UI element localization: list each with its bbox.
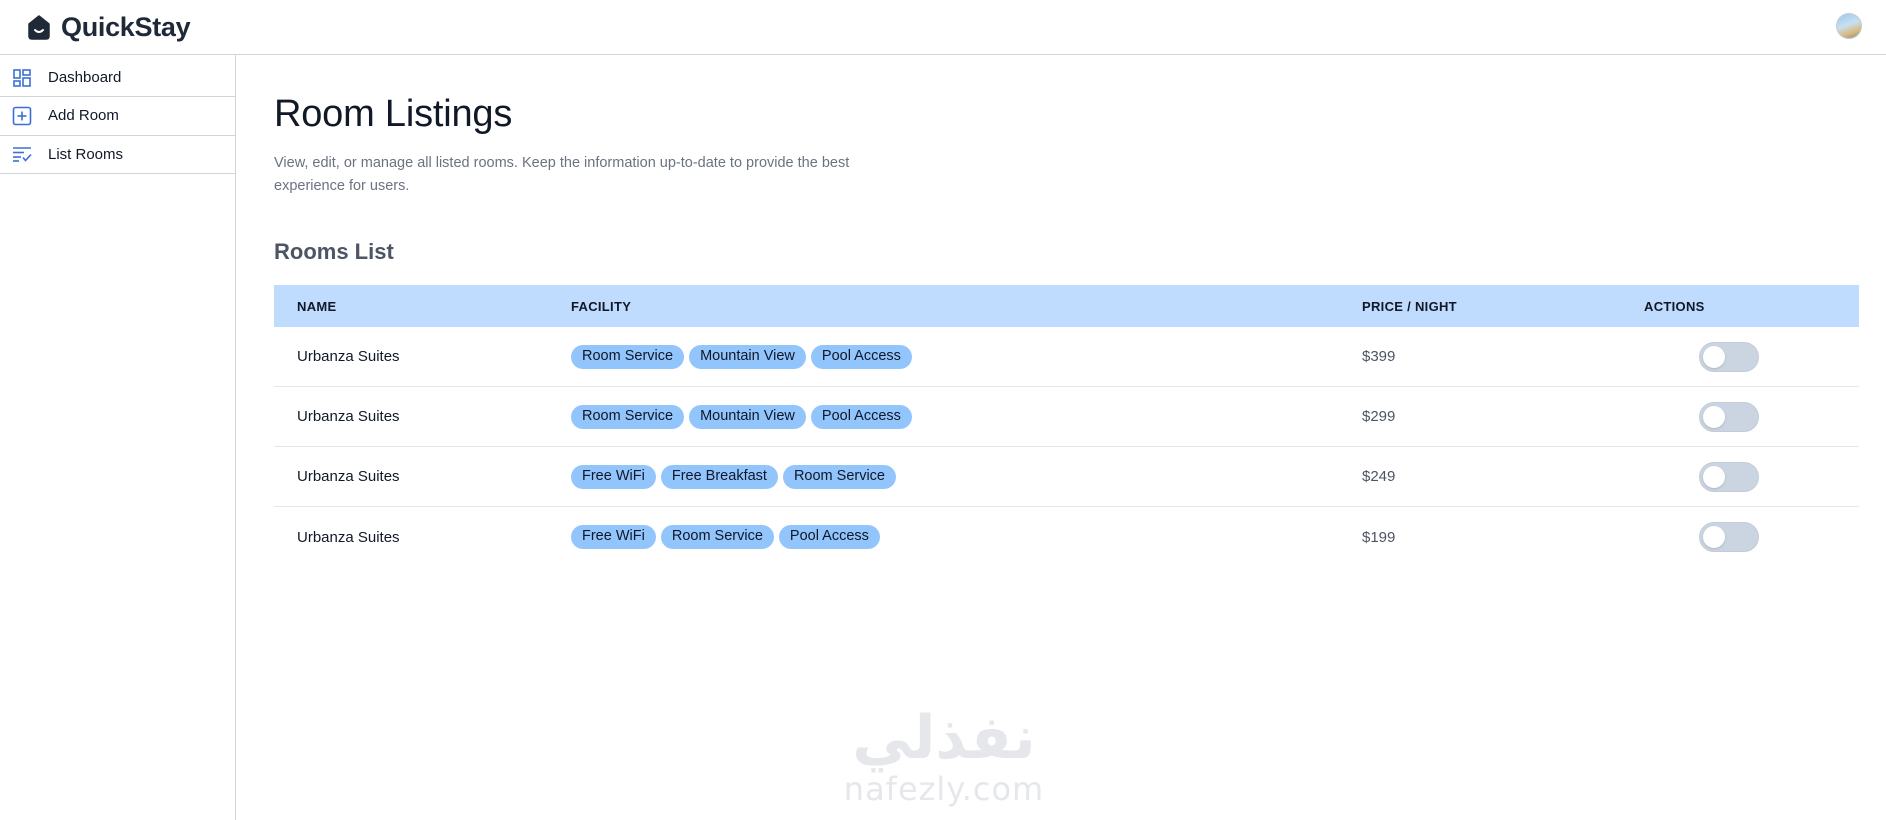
facility-tag: Free WiFi (571, 464, 656, 489)
facility-tag: Mountain View (689, 404, 806, 429)
facility-tag: Room Service (571, 344, 685, 369)
facility-tag: Pool Access (810, 404, 912, 429)
toggle-knob (1703, 465, 1725, 488)
sidebar-item-dashboard[interactable]: Dashboard (0, 55, 235, 97)
room-name: Urbanza Suites (297, 348, 400, 365)
sidebar-item-list-rooms[interactable]: List Rooms (0, 136, 235, 174)
table-row: Urbanza Suites Free WiFi Free Breakfast … (274, 447, 1859, 507)
sidebar-item-label: Dashboard (48, 69, 122, 86)
list-rooms-icon (12, 144, 32, 164)
column-header-actions: ACTIONS (1644, 298, 1705, 314)
toggle-knob (1703, 345, 1725, 368)
page-description: View, edit, or manage all listed rooms. … (274, 155, 850, 194)
facility-tag: Free Breakfast (660, 464, 778, 489)
sidebar-item-label: List Rooms (48, 145, 124, 163)
toggle-knob (1703, 405, 1725, 428)
facility-list: Room Service Mountain View Pool Access (571, 404, 1362, 429)
page-title: Room Listings (274, 93, 513, 135)
room-price: $249 (1362, 468, 1396, 485)
table-header: NAME FACILITY PRICE / NIGHT ACTIONS (274, 285, 1859, 327)
table-row: Urbanza Suites Room Service Mountain Vie… (274, 387, 1859, 447)
section-title: Rooms List (274, 239, 394, 264)
availability-toggle[interactable] (1699, 401, 1759, 432)
room-name: Urbanza Suites (297, 528, 400, 546)
facility-tag: Pool Access (810, 344, 912, 369)
availability-toggle[interactable] (1699, 461, 1759, 492)
room-price: $299 (1362, 408, 1396, 425)
logo[interactable]: QuickStay (25, 11, 191, 42)
house-logo-icon (28, 15, 50, 40)
add-box-icon (12, 106, 32, 126)
facility-tag: Mountain View (689, 344, 806, 369)
user-avatar[interactable] (1836, 13, 1862, 39)
dashboard-icon (12, 68, 32, 88)
room-price: $199 (1362, 528, 1396, 546)
app-name: QuickStay (61, 11, 191, 42)
watermark-latin: nafezly.com (843, 770, 1045, 808)
facility-tag: Room Service (571, 404, 685, 429)
sidebar: Dashboard Add Room List Rooms (0, 55, 236, 820)
room-price: $399 (1362, 348, 1396, 365)
column-header-facility: FACILITY (571, 298, 632, 314)
actions-cell (1644, 461, 1859, 492)
actions-cell (1644, 341, 1859, 372)
availability-toggle[interactable] (1699, 522, 1759, 552)
facility-tag: Room Service (782, 464, 896, 489)
column-header-name: NAME (297, 298, 337, 314)
table-row: Urbanza Suites Room Service Mountain Vie… (274, 327, 1859, 387)
actions-cell (1644, 401, 1859, 432)
room-name: Urbanza Suites (297, 468, 400, 485)
facility-tag: Pool Access (778, 525, 880, 549)
column-header-price: PRICE / NIGHT (1362, 298, 1457, 314)
sidebar-item-add-room[interactable]: Add Room (0, 97, 235, 136)
availability-toggle[interactable] (1699, 341, 1759, 372)
watermark: نفذلي nafezly.com (836, 705, 1052, 807)
facility-tag: Room Service (660, 525, 774, 549)
actions-cell (1644, 522, 1859, 552)
watermark-arabic: نفذلي (852, 703, 1036, 773)
main-content: Room Listings View, edit, or manage all … (274, 55, 1859, 820)
toggle-knob (1703, 526, 1725, 548)
facility-list: Room Service Mountain View Pool Access (571, 344, 1362, 369)
table-row: Urbanza Suites Free WiFi Room Service Po… (274, 507, 1859, 567)
facility-tag: Free WiFi (571, 525, 656, 549)
top-bar: QuickStay (0, 0, 1886, 55)
facility-list: Free WiFi Room Service Pool Access (571, 525, 1362, 549)
rooms-table: NAME FACILITY PRICE / NIGHT ACTIONS Urba… (274, 285, 1859, 567)
sidebar-item-label: Add Room (48, 107, 119, 125)
facility-list: Free WiFi Free Breakfast Room Service (571, 464, 1362, 489)
room-name: Urbanza Suites (297, 408, 400, 425)
